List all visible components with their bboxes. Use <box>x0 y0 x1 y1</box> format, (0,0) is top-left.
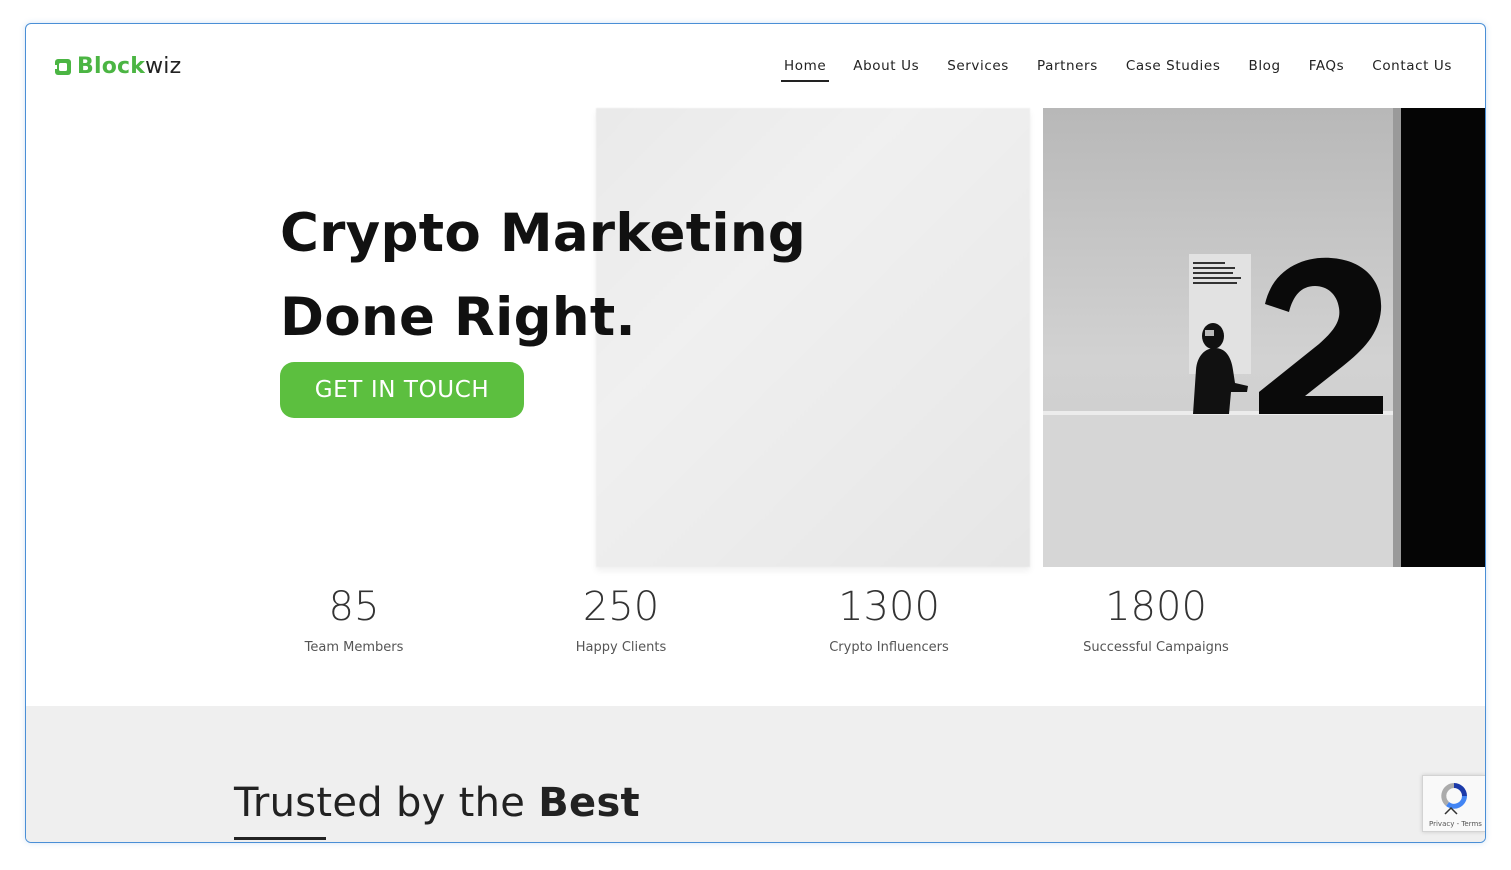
nav-home[interactable]: Home <box>781 58 830 82</box>
main-nav: Home About Us Services Partners Case Stu… <box>781 58 1455 82</box>
hero-photo <box>1043 108 1485 567</box>
nav-services[interactable]: Services <box>944 58 1012 80</box>
get-in-touch-button[interactable]: GET IN TOUCH <box>280 362 524 418</box>
brand-name: Blockwiz <box>77 54 181 80</box>
nav-contact-us[interactable]: Contact Us <box>1369 58 1455 80</box>
logo-mark-icon <box>53 59 71 75</box>
stat-happy-clients: 250 Happy Clients <box>511 584 731 655</box>
stat-value: 85 <box>328 584 380 630</box>
hero-headline-line1: Crypto Marketing <box>280 203 807 264</box>
chevron-up-icon <box>1444 806 1458 815</box>
nav-about-us[interactable]: About Us <box>850 58 922 80</box>
stat-value: 1800 <box>1105 584 1207 630</box>
stat-team-members: 85 Team Members <box>244 584 464 655</box>
stat-label: Successful Campaigns <box>1083 640 1229 655</box>
page-frame: Blockwiz Home About Us Services Partners… <box>25 23 1486 843</box>
stat-label: Happy Clients <box>575 640 667 655</box>
hero-headline: Crypto Marketing Done Right. <box>280 192 840 360</box>
scroll-to-top-button[interactable] <box>1437 797 1465 825</box>
brand-logo[interactable]: Blockwiz <box>53 54 181 80</box>
stat-label: Team Members <box>304 640 404 655</box>
trusted-section: Trusted by the Best <box>26 706 1485 842</box>
stat-value: 1300 <box>838 584 940 630</box>
trusted-heading: Trusted by the Best <box>234 780 640 826</box>
trusted-underline <box>234 837 326 840</box>
brand-name-part1: Block <box>77 54 146 79</box>
hero-headline-line2: Done Right. <box>280 287 636 348</box>
stat-value: 250 <box>582 584 660 630</box>
nav-case-studies[interactable]: Case Studies <box>1123 58 1224 80</box>
hero-photo-illustration <box>1043 108 1485 567</box>
brand-name-part2: wiz <box>145 54 182 79</box>
nav-partners[interactable]: Partners <box>1034 58 1101 80</box>
stat-successful-campaigns: 1800 Successful Campaigns <box>1046 584 1266 655</box>
stat-label: Crypto Influencers <box>829 640 949 655</box>
stat-crypto-influencers: 1300 Crypto Influencers <box>779 584 999 655</box>
nav-faqs[interactable]: FAQs <box>1306 58 1348 80</box>
trusted-heading-prefix: Trusted by the <box>234 780 539 826</box>
nav-blog[interactable]: Blog <box>1245 58 1283 80</box>
trusted-heading-bold: Best <box>538 780 640 826</box>
